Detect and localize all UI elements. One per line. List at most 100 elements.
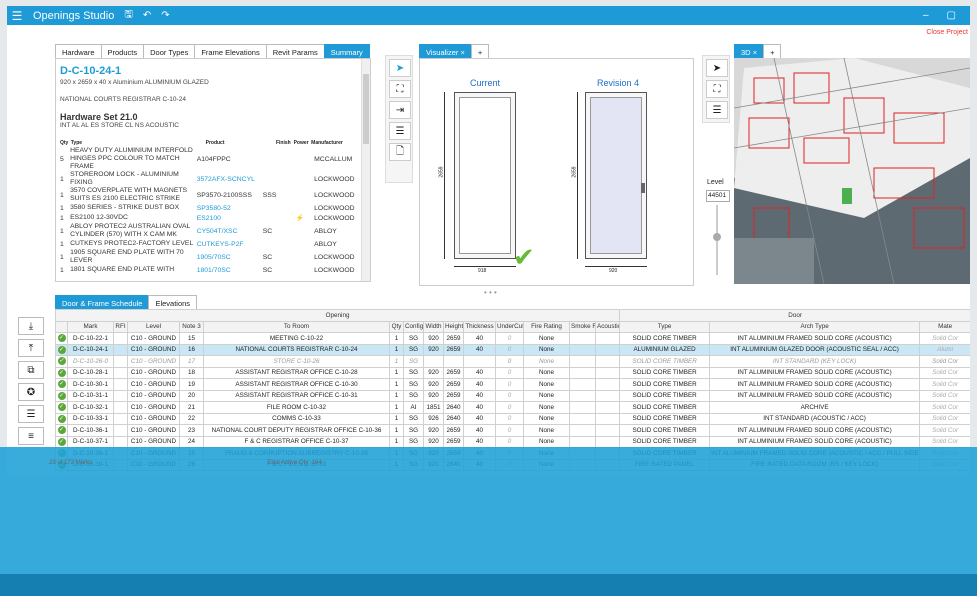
cell-empty[interactable] — [113, 332, 128, 345]
cell-arch[interactable]: INT ALUMINIUM FRAMED SOLID CORE (ACOUSTI… — [709, 389, 921, 402]
cell-empty[interactable] — [569, 401, 596, 414]
cell-thick[interactable]: 40 — [463, 435, 496, 448]
download-icon[interactable]: ⤓ — [18, 317, 44, 335]
cell-type[interactable]: ALUMINIUM GLAZED — [619, 343, 711, 356]
cell-fire[interactable]: None — [523, 378, 570, 391]
cell-mat[interactable]: Alumi — [919, 343, 970, 356]
select-cursor-icon[interactable]: ➤ — [389, 59, 411, 77]
cell-height[interactable]: 2659 — [443, 332, 464, 345]
col-config[interactable]: Config — [403, 320, 424, 333]
hw-product-link[interactable]: SP3580-52 — [197, 205, 263, 212]
col-rfi[interactable]: RFI — [113, 320, 128, 333]
cell-room[interactable]: ASSISTANT REGISTRAR OFFICE C-10-28 — [203, 366, 390, 379]
cell-arch[interactable]: INT ALUMINIUM FRAMED SOLID CORE (ACOUSTI… — [709, 366, 921, 379]
cell-type[interactable]: SOLID CORE TIMBER — [619, 355, 711, 368]
table-row[interactable]: ✓ D-C-10-32-1 C10 - GROUND 21 FILE ROOM C-10… — [55, 401, 970, 414]
cell-level[interactable]: C10 - GROUND — [127, 366, 180, 379]
cell-qty[interactable]: 1 — [389, 378, 404, 391]
cell-mark[interactable]: D-C-10-26-0 — [67, 355, 114, 368]
cell-uc[interactable]: 0 — [495, 424, 524, 437]
cell-empty[interactable] — [594, 389, 621, 402]
cell-width[interactable]: 926 — [423, 412, 444, 425]
scroll-thumb[interactable] — [363, 74, 369, 144]
table-row[interactable]: ✓ D-C-10-31-1 C10 - GROUND 20 ASSISTANT REGI… — [55, 389, 970, 402]
cell-qty[interactable]: 1 — [389, 332, 404, 345]
cell-config[interactable]: SG — [403, 355, 424, 368]
cell-level[interactable]: C10 - GROUND — [127, 332, 180, 345]
cell-mark[interactable]: D-C-10-30-1 — [67, 378, 114, 391]
cell-width[interactable]: 920 — [423, 332, 444, 345]
cell-qty[interactable]: 1 — [389, 401, 404, 414]
cell-empty[interactable] — [569, 389, 596, 402]
cell-note[interactable]: 23 — [179, 424, 204, 437]
hw-product-link[interactable]: 1905/70SC — [197, 254, 263, 261]
document-search-icon[interactable]: 🗋 — [389, 143, 411, 161]
cell-type[interactable]: SOLID CORE TIMBER — [619, 378, 711, 391]
cell-note[interactable]: 22 — [179, 412, 204, 425]
cell-fire[interactable]: None — [523, 366, 570, 379]
cell-mark[interactable]: D-C-10-31-1 — [67, 389, 114, 402]
cell-level[interactable]: C10 - GROUND — [127, 401, 180, 414]
col-note3[interactable]: Note 3 — [179, 320, 204, 333]
cell-empty[interactable] — [113, 435, 128, 448]
cell-empty[interactable] — [594, 378, 621, 391]
cell-qty[interactable]: 1 — [389, 424, 404, 437]
cell-type[interactable]: SOLID CORE TIMBER — [619, 401, 711, 414]
cell-height[interactable]: 2659 — [443, 378, 464, 391]
col-mark[interactable]: Mark — [67, 320, 114, 333]
cell-empty[interactable] — [594, 424, 621, 437]
cell-width[interactable] — [423, 355, 444, 368]
cell-level[interactable]: C10 - GROUND — [127, 389, 180, 402]
cell-type[interactable]: SOLID CORE TIMBER — [619, 435, 711, 448]
cell-height[interactable]: 2659 — [443, 343, 464, 356]
cell-width[interactable]: 920 — [423, 343, 444, 356]
hw-product-link[interactable]: ES2100 — [197, 215, 263, 222]
hw-product-link[interactable]: CUTKEYS-P2F — [197, 241, 263, 248]
cell-config[interactable]: SG — [403, 378, 424, 391]
cell-thick[interactable]: 40 — [463, 389, 496, 402]
cell-mat[interactable]: Solid Cor — [919, 332, 970, 345]
cell-mark[interactable]: D-C-10-36-1 — [67, 424, 114, 437]
cell-note[interactable]: 17 — [179, 355, 204, 368]
cell-width[interactable]: 1851 — [423, 401, 444, 414]
cell-mark[interactable]: D-C-10-33-1 — [67, 412, 114, 425]
cell-room[interactable]: FILE ROOM C-10-32 — [203, 401, 390, 414]
cell-config[interactable]: SG — [403, 424, 424, 437]
cell-type[interactable]: SOLID CORE TIMBER — [619, 332, 711, 345]
maximize-icon[interactable]: ▢ — [947, 10, 956, 21]
cell-height[interactable] — [443, 355, 464, 368]
table-row[interactable]: ✓ D-C-10-36-1 C10 - GROUND 23 NATIONAL COURT… — [55, 424, 970, 437]
cell-empty[interactable] — [113, 355, 128, 368]
cell-qty[interactable]: 1 — [389, 389, 404, 402]
hardware-row[interactable]: 5 HEAVY DUTY ALUMINIUM INTERFOLD HINGES P… — [60, 147, 360, 171]
col-smoke-rating[interactable]: Smoke Rating — [569, 320, 596, 333]
undo-icon[interactable]: ↶ — [143, 10, 151, 21]
cell-note[interactable]: 24 — [179, 435, 204, 448]
cell-mat[interactable]: Solid Cor — [919, 401, 970, 414]
cell-uc[interactable]: 0 — [495, 343, 524, 356]
cell-mat[interactable]: Solid Cor — [919, 435, 970, 448]
col-fire-rating[interactable]: Fire Rating — [523, 320, 570, 333]
col-to-room[interactable]: To Room — [203, 320, 390, 333]
cell-uc[interactable]: 0 — [495, 401, 524, 414]
col-type[interactable]: Type — [619, 320, 711, 333]
cell-fire[interactable]: None — [523, 355, 570, 368]
list-icon[interactable]: ☰ — [706, 101, 728, 119]
list-icon[interactable]: ☰ — [18, 405, 44, 423]
cell-uc[interactable]: 0 — [495, 378, 524, 391]
cell-width[interactable]: 920 — [423, 424, 444, 437]
cell-level[interactable]: C10 - GROUND — [127, 343, 180, 356]
zoom-extents-icon[interactable]: ⛶ — [389, 80, 411, 98]
hardware-row[interactable]: 1 1905 SQUARE END PLATE WITH 70 LEVER 1905… — [60, 249, 360, 265]
col-arch-type[interactable]: Arch Type — [709, 320, 921, 333]
cell-qty[interactable]: 1 — [389, 366, 404, 379]
cell-note[interactable]: 21 — [179, 401, 204, 414]
cell-qty[interactable]: 1 — [389, 435, 404, 448]
badge-icon[interactable]: ✪ — [18, 383, 44, 401]
cell-arch[interactable]: INT ALUMINIUM GLAZED DOOR (ACOUSTIC SEAL… — [709, 343, 921, 356]
table-row[interactable]: ✓ D-C-10-26-0 C10 - GROUND 17 STORE C-10-26 1… — [55, 355, 970, 368]
hw-product-link[interactable]: 1801/70SC — [197, 267, 263, 274]
splitter-handle[interactable]: • • • — [484, 288, 497, 297]
cell-arch[interactable]: INT ALUMINIUM FRAMED SOLID CORE (ACOUSTI… — [709, 332, 921, 345]
col-height[interactable]: Height — [443, 320, 464, 333]
